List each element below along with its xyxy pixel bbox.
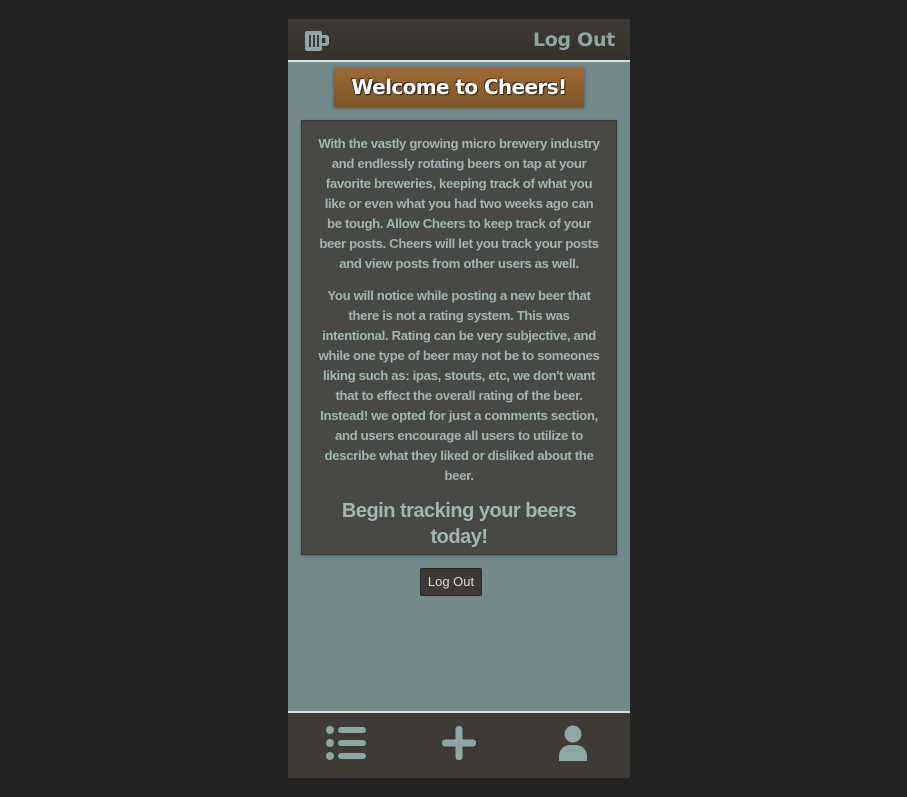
plus-icon[interactable] xyxy=(435,725,483,765)
user-icon[interactable] xyxy=(549,725,597,765)
beer-mug-icon[interactable] xyxy=(304,28,330,52)
intro-paragraph-2: You will notice while posting a new beer… xyxy=(318,288,600,483)
call-to-action: Begin tracking your beers today! xyxy=(341,500,577,548)
intro-card: With the vastly growing micro brewery in… xyxy=(301,120,617,555)
list-icon[interactable] xyxy=(322,725,370,765)
header-logout-link[interactable]: Log Out xyxy=(533,29,615,51)
top-nav-bar: Log Out xyxy=(288,19,630,62)
welcome-banner: Welcome to Cheers! xyxy=(334,67,584,107)
logout-button[interactable]: Log Out xyxy=(420,568,482,596)
intro-paragraph-1: With the vastly growing micro brewery in… xyxy=(318,136,600,271)
bottom-nav-bar xyxy=(288,711,630,778)
app-screen: Log Out Welcome to Cheers! With the vast… xyxy=(288,19,630,778)
